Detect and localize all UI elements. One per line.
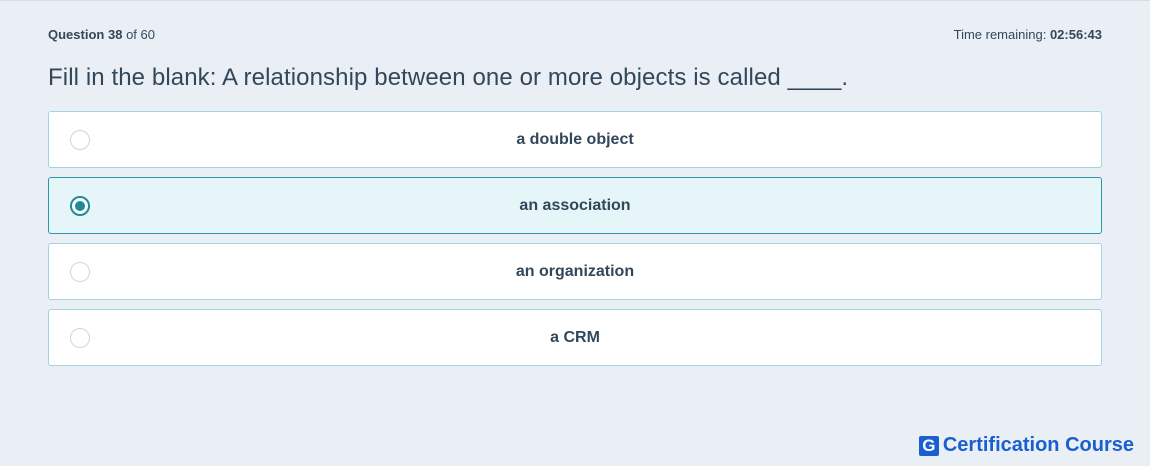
answer-option-label: an association bbox=[519, 196, 631, 214]
quiz-header: Question 38 of 60 Time remaining: 02:56:… bbox=[48, 24, 1102, 44]
timer: Time remaining: 02:56:43 bbox=[954, 27, 1102, 42]
radio-button[interactable] bbox=[70, 261, 90, 282]
answer-option[interactable]: a double object bbox=[48, 111, 1102, 168]
answer-option-label: a double object bbox=[516, 130, 634, 148]
question-label: Question bbox=[48, 26, 105, 42]
question-text: Fill in the blank: A relationship betwee… bbox=[48, 64, 849, 91]
answer-option[interactable]: an organization bbox=[48, 243, 1102, 300]
brand-g-icon: G bbox=[918, 435, 939, 456]
radio-dot-icon bbox=[75, 200, 85, 211]
brand-name: Certification Course bbox=[942, 434, 1134, 456]
time-label: Time remaining: bbox=[953, 26, 1047, 42]
quiz-page: Question 38 of 60 Time remaining: 02:56:… bbox=[0, 0, 1150, 466]
radio-button[interactable] bbox=[70, 129, 90, 150]
answer-option[interactable]: a CRM bbox=[48, 309, 1102, 366]
question-counter: Question 38 of 60 bbox=[48, 27, 155, 42]
answer-option-label: a CRM bbox=[550, 328, 600, 346]
brand-logo: G Certification Course bbox=[918, 434, 1134, 457]
radio-button[interactable] bbox=[70, 327, 90, 348]
question-total: of 60 bbox=[126, 26, 155, 42]
answer-option-label: an organization bbox=[515, 262, 635, 280]
answer-options: a double object an association an organi… bbox=[48, 111, 1102, 375]
radio-button-checked[interactable] bbox=[70, 195, 90, 216]
answer-option-selected[interactable]: an association bbox=[48, 177, 1102, 234]
time-value: 02:56:43 bbox=[1049, 26, 1102, 42]
question-number: 38 bbox=[107, 26, 123, 42]
